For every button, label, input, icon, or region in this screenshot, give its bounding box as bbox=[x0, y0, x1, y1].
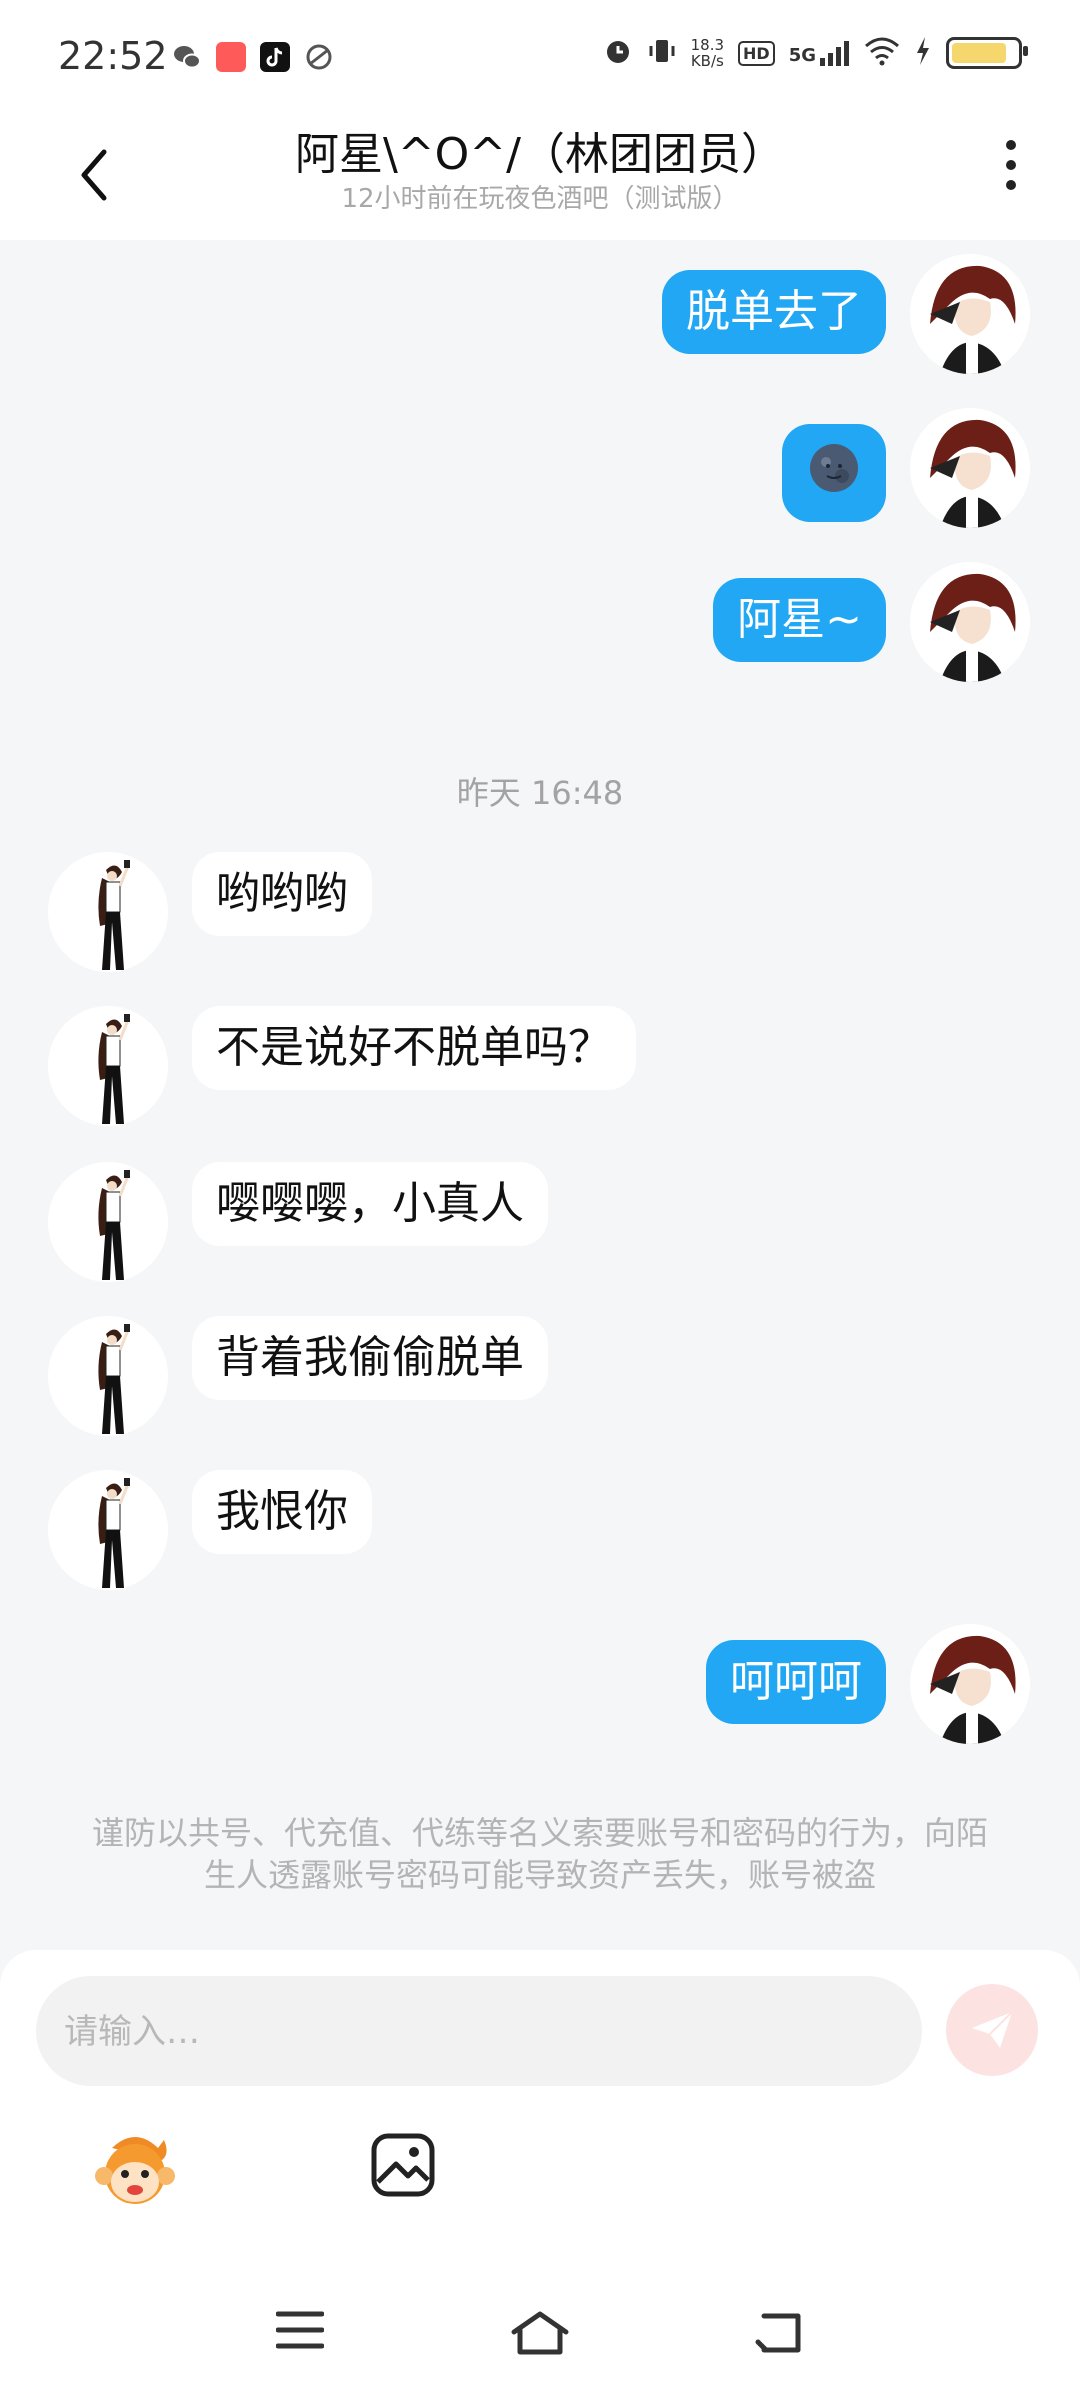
charging-icon bbox=[914, 36, 932, 70]
more-dot-icon bbox=[1006, 180, 1016, 190]
system-nav-bar bbox=[0, 2280, 1080, 2388]
avatar-contact-image bbox=[48, 1470, 168, 1590]
home-icon bbox=[511, 2311, 569, 2355]
net-speed-value: 18.3 bbox=[690, 36, 725, 54]
image-button[interactable] bbox=[370, 2132, 436, 2198]
avatar-self[interactable] bbox=[910, 562, 1030, 682]
avatar-contact[interactable] bbox=[48, 1470, 168, 1590]
avatar-self[interactable] bbox=[910, 1624, 1030, 1744]
status-time: 22:52 bbox=[58, 34, 168, 78]
vibrate-icon bbox=[647, 36, 677, 70]
send-button[interactable] bbox=[946, 1984, 1038, 2076]
monkey-emoji-icon bbox=[95, 2137, 175, 2204]
avatar-self-image bbox=[910, 254, 1030, 374]
back-arrow-icon bbox=[755, 2313, 801, 2353]
avatar-self-image bbox=[910, 408, 1030, 528]
message-timestamp: 昨天 16:48 bbox=[456, 774, 624, 812]
message-incoming: 哟哟哟 bbox=[48, 852, 372, 972]
browser-icon bbox=[304, 42, 334, 72]
more-button[interactable] bbox=[1006, 140, 1020, 190]
net-speed: 18.3 KB/s bbox=[691, 37, 724, 69]
paper-plane-icon bbox=[972, 2011, 1013, 2048]
avatar-contact-image bbox=[48, 1162, 168, 1282]
tiktok-icon bbox=[260, 42, 290, 72]
security-notice: 谨防以共号、代充值、代练等名义索要账号和密码的行为，向陌生人透露账号密码可能导致… bbox=[91, 1814, 988, 1894]
message-bubble[interactable]: 哟哟哟 bbox=[192, 852, 372, 936]
avatar-contact[interactable] bbox=[48, 1006, 168, 1126]
avatar-self[interactable] bbox=[910, 254, 1030, 374]
signal-icon: 5G bbox=[789, 40, 850, 66]
wechat-icon bbox=[172, 42, 202, 72]
net-speed-unit: KB/s bbox=[690, 52, 724, 70]
image-icon bbox=[371, 2133, 435, 2197]
message-outgoing: 🌚 bbox=[782, 408, 1030, 528]
network-label: 5G bbox=[788, 45, 816, 66]
chat-header: 阿星\^O^/（林团团员） 12小时前在玩夜色酒吧（测试版） bbox=[0, 110, 1080, 240]
message-incoming: 嘤嘤嘤，小真人 bbox=[48, 1162, 548, 1282]
home-nav-button[interactable] bbox=[510, 2310, 570, 2360]
avatar-self-image bbox=[910, 1624, 1030, 1744]
alarm-icon bbox=[603, 36, 633, 70]
chat-area[interactable]: 脱单去了 🌚 bbox=[0, 240, 1080, 1950]
message-bubble[interactable]: 脱单去了 bbox=[662, 270, 886, 354]
more-dot-icon bbox=[1006, 140, 1016, 150]
message-bubble[interactable]: 🌚 bbox=[782, 424, 886, 522]
avatar-contact[interactable] bbox=[48, 852, 168, 972]
message-incoming: 我恨你 bbox=[48, 1470, 372, 1590]
avatar-contact-image bbox=[48, 852, 168, 972]
message-incoming: 背着我偷偷脱单 bbox=[48, 1316, 548, 1436]
avatar-contact[interactable] bbox=[48, 1162, 168, 1282]
message-bubble[interactable]: 呵呵呵 bbox=[706, 1640, 886, 1724]
back-nav-button[interactable] bbox=[754, 2310, 804, 2358]
chat-subtitle: 12小时前在玩夜色酒吧（测试版） bbox=[341, 184, 739, 214]
avatar-contact-image bbox=[48, 1316, 168, 1436]
avatar-contact[interactable] bbox=[48, 1316, 168, 1436]
wifi-icon bbox=[864, 36, 900, 70]
app-icon bbox=[216, 42, 246, 72]
notification-icons bbox=[172, 42, 334, 72]
message-bubble[interactable]: 我恨你 bbox=[192, 1470, 372, 1554]
status-bar: 22:52 18.3 KB/s HD 5G bbox=[0, 0, 1080, 110]
message-outgoing: 呵呵呵 bbox=[706, 1624, 1030, 1744]
message-bubble[interactable]: 嘤嘤嘤，小真人 bbox=[192, 1162, 548, 1246]
message-bubble[interactable]: 不是说好不脱单吗？ bbox=[192, 1006, 636, 1090]
message-incoming: 不是说好不脱单吗？ bbox=[48, 1006, 636, 1126]
chat-title: 阿星\^O^/（林团团员） bbox=[294, 129, 785, 180]
menu-icon bbox=[275, 2311, 325, 2349]
avatar-contact-image bbox=[48, 1006, 168, 1126]
message-outgoing: 阿星~ bbox=[713, 562, 1030, 682]
battery-icon bbox=[946, 37, 1028, 69]
message-input[interactable] bbox=[36, 1976, 866, 2088]
message-bubble[interactable]: 阿星~ bbox=[713, 578, 886, 662]
system-icons: 18.3 KB/s HD 5G bbox=[603, 36, 1028, 70]
hd-badge: HD bbox=[738, 40, 775, 66]
message-bubble[interactable]: 背着我偷偷脱单 bbox=[192, 1316, 548, 1400]
message-input-container[interactable] bbox=[36, 1976, 922, 2088]
avatar-self-image bbox=[910, 562, 1030, 682]
emoji-button[interactable] bbox=[92, 2130, 178, 2210]
avatar-self[interactable] bbox=[910, 408, 1030, 528]
new-moon-face-icon bbox=[810, 444, 858, 492]
menu-nav-button[interactable] bbox=[275, 2310, 325, 2354]
more-dot-icon bbox=[1006, 160, 1016, 170]
message-outgoing: 脱单去了 bbox=[662, 254, 1030, 374]
